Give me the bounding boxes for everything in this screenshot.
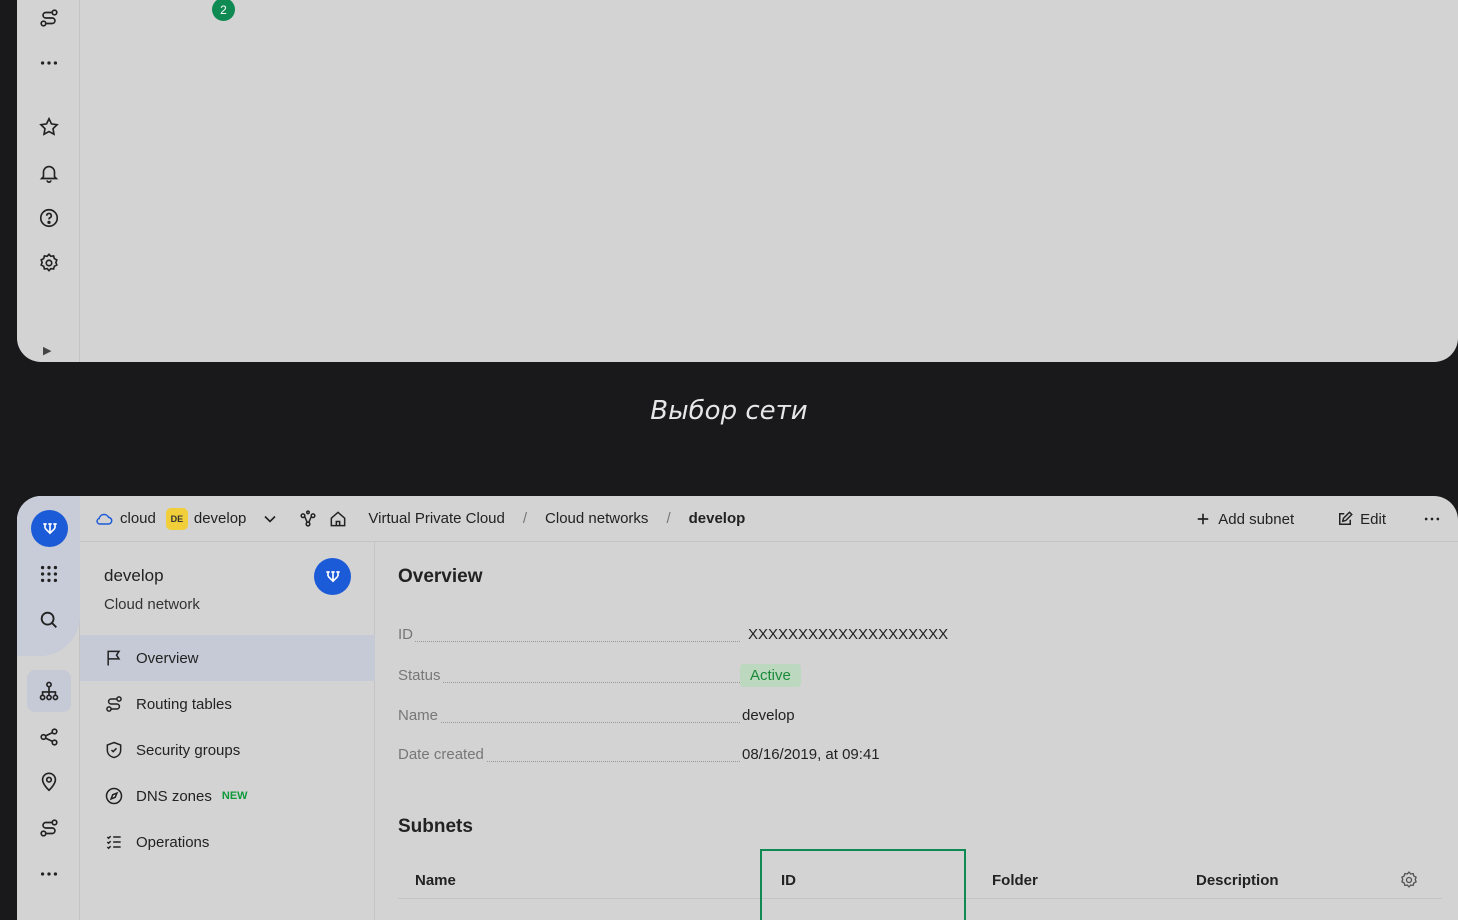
breadcrumb-separator: /	[666, 510, 671, 527]
field-value-date: 08/16/2019, at 09:41	[742, 746, 880, 763]
bell-icon[interactable]	[17, 158, 80, 188]
nav-item-label: Operations	[136, 833, 210, 851]
leader-dots	[398, 722, 740, 723]
column-header-description[interactable]: Description	[1196, 872, 1279, 889]
chevron-down-icon	[264, 515, 276, 523]
compass-icon	[105, 787, 123, 805]
edit-button[interactable]: Edit	[1336, 510, 1386, 528]
network-subtitle: Cloud network	[104, 596, 200, 613]
field-name: Name develop	[398, 707, 1098, 727]
id-column-highlight	[760, 849, 966, 920]
leader-dots	[398, 641, 740, 642]
breadcrumb-vpc[interactable]: Virtual Private Cloud	[368, 510, 504, 527]
edit-label: Edit	[1360, 510, 1386, 528]
breadcrumb-separator: /	[522, 510, 528, 527]
help-icon[interactable]	[17, 203, 80, 233]
header-actions: Add subnet Edit	[1194, 496, 1458, 542]
field-value-id[interactable]: XXXXXXXXXXXXXXXXXXXX	[748, 626, 948, 643]
left-rail	[17, 496, 80, 920]
nav-item-label: Overview	[136, 649, 199, 667]
overview-panel: Overview ID XXXXXXXXXXXXXXXXXXXX Status …	[375, 542, 1458, 920]
subnets-heading: Subnets	[398, 816, 473, 837]
shield-icon	[106, 741, 122, 759]
field-key: Date created	[398, 746, 486, 763]
home-icon[interactable]	[328, 509, 348, 529]
nav-item-dns-zones[interactable]: DNS zones NEW	[80, 773, 375, 819]
breadcrumb-current: develop	[688, 510, 746, 527]
top-header: cloud DE develop Virtual Private Cloud /…	[80, 496, 1458, 542]
field-key: ID	[398, 626, 415, 643]
resource-graph-icon[interactable]	[298, 509, 318, 529]
search-icon[interactable]	[17, 605, 80, 635]
expand-rail-icon[interactable]: ▶	[43, 344, 51, 357]
status-badge: Active	[740, 664, 801, 687]
nav-item-operations[interactable]: Operations	[80, 819, 375, 865]
flag-icon	[107, 650, 121, 666]
field-key: Name	[398, 707, 441, 724]
notification-badge: 2	[212, 0, 235, 21]
field-value-name: develop	[742, 707, 795, 724]
plus-icon	[1197, 513, 1209, 525]
nav-item-overview[interactable]: Overview	[80, 635, 375, 681]
cloud-selector[interactable]: cloud	[94, 509, 156, 529]
breadcrumb: Virtual Private Cloud / Cloud networks /…	[368, 510, 745, 527]
field-date-created: Date created 08/16/2019, at 09:41	[398, 746, 1098, 766]
folder-selector[interactable]: DE develop	[165, 507, 281, 530]
nav-item-label: DNS zones	[136, 787, 212, 805]
add-subnet-button[interactable]: Add subnet	[1194, 510, 1294, 528]
apps-grid-icon[interactable]	[17, 559, 80, 589]
location-pin-icon[interactable]	[17, 767, 80, 797]
vpc-logo-icon	[314, 558, 351, 595]
network-title: develop	[104, 566, 164, 585]
more-icon[interactable]	[17, 859, 80, 889]
field-status: Status Active	[398, 664, 1098, 687]
edit-icon	[1339, 511, 1353, 525]
settings-gear-icon[interactable]	[17, 248, 80, 278]
route-icon	[106, 696, 122, 712]
network-icon[interactable]	[17, 676, 80, 706]
route-icon[interactable]	[17, 813, 80, 843]
column-header-name[interactable]: Name	[415, 872, 456, 889]
leader-dots	[398, 682, 740, 683]
nav-item-label: Routing tables	[136, 695, 232, 713]
folder-name: develop	[193, 510, 247, 527]
more-icon[interactable]	[17, 48, 80, 78]
service-logo-icon[interactable]	[31, 510, 68, 547]
star-icon[interactable]	[17, 112, 80, 142]
caption: Выбор сети	[650, 396, 808, 426]
table-settings-gear-icon[interactable]	[1399, 870, 1419, 890]
nav-item-label: Security groups	[136, 741, 241, 759]
previous-screen-window: ▶ 2	[17, 0, 1458, 362]
column-header-folder[interactable]: Folder	[992, 872, 1038, 889]
route-icon[interactable]	[17, 3, 80, 33]
cloud-icon	[96, 513, 113, 525]
top-left-rail: ▶	[17, 0, 80, 362]
share-nodes-icon[interactable]	[17, 722, 80, 752]
nav-item-security-groups[interactable]: Security groups	[80, 727, 375, 773]
nav-item-routing-tables[interactable]: Routing tables	[80, 681, 375, 727]
cloud-network-window: cloud DE develop Virtual Private Cloud /…	[17, 496, 1458, 920]
add-subnet-label: Add subnet	[1218, 510, 1295, 528]
cloud-name: cloud	[120, 510, 156, 527]
field-value-status: Active	[740, 664, 801, 687]
list-icon	[106, 835, 121, 850]
overview-heading: Overview	[398, 566, 483, 587]
folder-badge: DE	[165, 507, 188, 530]
new-badge: NEW	[221, 790, 248, 802]
field-key: Status	[398, 667, 443, 684]
more-actions-icon[interactable]	[1422, 509, 1442, 529]
network-sidebar: develop Cloud network Overview Routing t…	[80, 542, 375, 920]
breadcrumb-cloud-networks[interactable]: Cloud networks	[545, 510, 648, 527]
field-id: ID XXXXXXXXXXXXXXXXXXXX	[398, 626, 1098, 646]
